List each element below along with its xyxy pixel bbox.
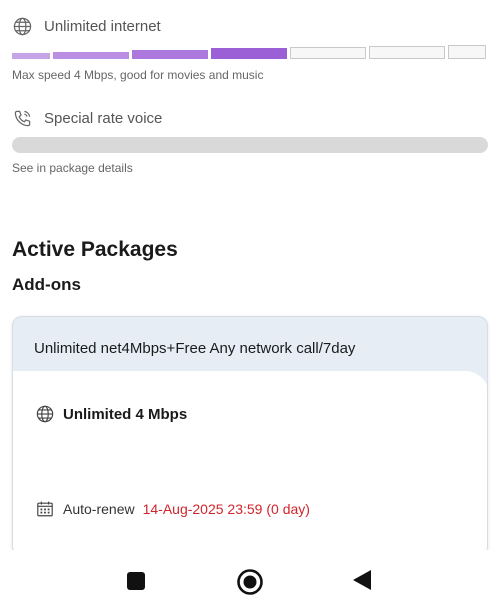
addon-card-title: Unlimited net4Mbps+Free Any network call… — [34, 340, 356, 357]
globe-icon — [12, 16, 32, 36]
speed-segment — [369, 46, 445, 59]
voice-label: Special rate voice — [44, 109, 163, 127]
home-button[interactable] — [236, 568, 264, 600]
recents-button[interactable] — [126, 571, 146, 596]
auto-renew-row: Auto-renew 14-Aug-2025 23:59 (0 day) — [35, 499, 310, 519]
square-icon — [126, 571, 146, 596]
package-row: Unlimited 4 Mbps — [35, 404, 187, 424]
internet-label: Unlimited internet — [44, 17, 161, 35]
calendar-icon — [35, 499, 55, 519]
voice-row: Special rate voice — [12, 108, 162, 128]
addon-card-body: Unlimited 4 Mbps Auto-renew 14-Aug-2025 … — [13, 371, 487, 555]
internet-description: Max speed 4 Mbps, good for movies and mu… — [12, 68, 264, 82]
addon-package-card[interactable]: Unlimited net4Mbps+Free Any network call… — [12, 316, 488, 556]
package-name: Unlimited 4 Mbps — [63, 405, 188, 423]
globe-icon — [35, 404, 55, 424]
internet-speed-level — [12, 45, 488, 59]
speed-segment — [12, 53, 50, 59]
internet-row: Unlimited internet — [12, 16, 161, 36]
voice-description: See in package details — [12, 161, 133, 175]
auto-renew-label: Auto-renew — [63, 501, 135, 517]
addons-heading: Add-ons — [12, 275, 81, 294]
home-circle-icon — [236, 568, 264, 600]
speed-segment — [290, 47, 366, 59]
speed-segment — [211, 48, 287, 59]
back-triangle-icon — [352, 569, 372, 596]
phone-icon — [12, 108, 32, 128]
speed-segment — [132, 50, 208, 59]
speed-segment — [53, 52, 129, 59]
speed-segment — [448, 45, 486, 59]
auto-renew-date: 14-Aug-2025 23:59 (0 day) — [142, 501, 310, 517]
active-packages-heading: Active Packages — [12, 238, 178, 261]
back-button[interactable] — [352, 569, 372, 596]
voice-level-bar — [12, 137, 488, 153]
system-navigation-bar — [0, 550, 499, 600]
